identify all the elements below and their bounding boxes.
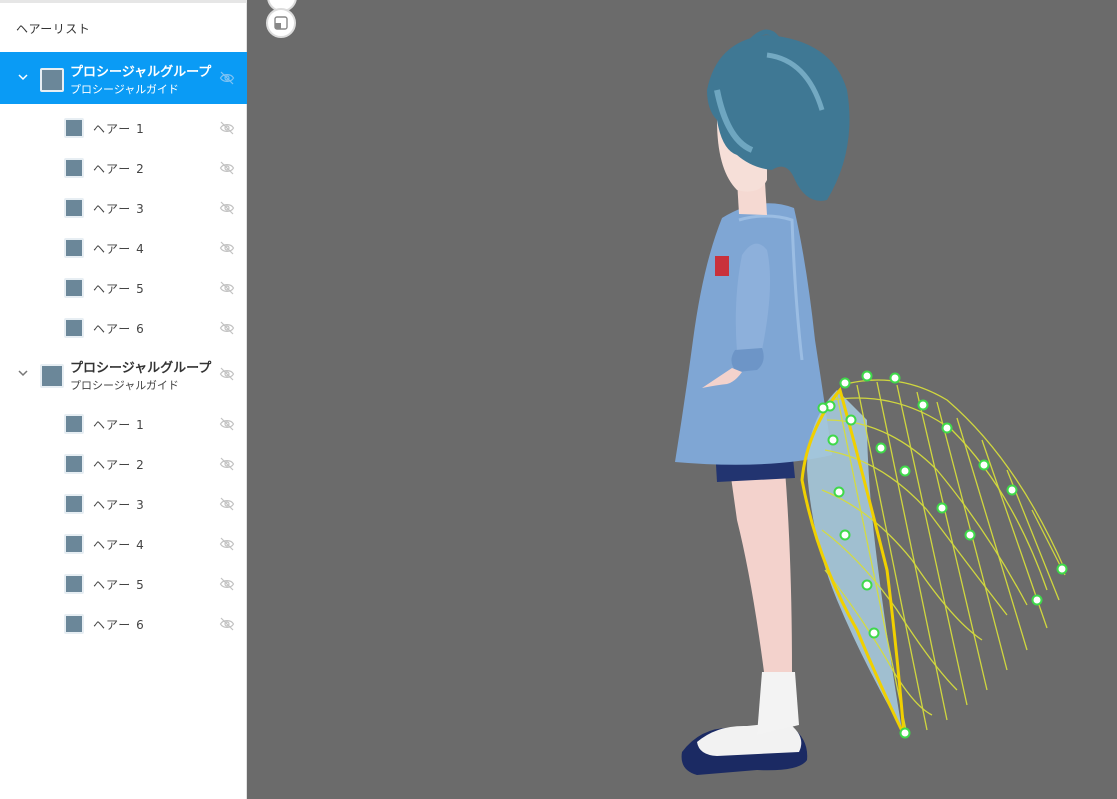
eye-off-icon[interactable] bbox=[219, 456, 235, 472]
eye-off-icon[interactable] bbox=[219, 536, 235, 552]
group-subtitle: プロシージャルガイド bbox=[70, 379, 179, 392]
hair-item-row[interactable]: ヘアー 5 bbox=[0, 268, 247, 308]
eye-off-icon[interactable] bbox=[219, 280, 235, 296]
procedural-guide-mesh[interactable] bbox=[247, 0, 1117, 799]
eye-off-icon[interactable] bbox=[219, 366, 235, 382]
hair-color-swatch[interactable] bbox=[64, 454, 84, 474]
hair-color-swatch[interactable] bbox=[64, 158, 84, 178]
hair-color-swatch[interactable] bbox=[64, 118, 84, 138]
eye-off-icon[interactable] bbox=[219, 616, 235, 632]
hair-group-row-1[interactable]: プロシージャルグループ プロシージャルガイド bbox=[0, 52, 247, 104]
hair-color-swatch[interactable] bbox=[64, 278, 84, 298]
hair-item-row[interactable]: ヘアー 6 bbox=[0, 604, 247, 644]
eye-off-icon[interactable] bbox=[219, 160, 235, 176]
eye-off-icon[interactable] bbox=[219, 416, 235, 432]
group-subtitle: プロシージャルガイド bbox=[70, 83, 179, 96]
eye-off-icon[interactable] bbox=[219, 320, 235, 336]
group-color-swatch[interactable] bbox=[40, 68, 64, 92]
group-color-swatch[interactable] bbox=[40, 364, 64, 388]
hair-item-row[interactable]: ヘアー 3 bbox=[0, 484, 247, 524]
hair-item-row[interactable]: ヘアー 4 bbox=[0, 228, 247, 268]
hair-group-row-2[interactable]: プロシージャルグループ プロシージャルガイド bbox=[0, 348, 247, 400]
hair-item-label: ヘアー 1 bbox=[93, 418, 145, 432]
hair-item-row[interactable]: ヘアー 4 bbox=[0, 524, 247, 564]
hair-color-swatch[interactable] bbox=[64, 198, 84, 218]
hair-item-label: ヘアー 6 bbox=[93, 618, 145, 632]
hair-item-label: ヘアー 3 bbox=[93, 498, 145, 512]
eye-off-icon[interactable] bbox=[219, 200, 235, 216]
eye-off-icon[interactable] bbox=[219, 240, 235, 256]
hair-item-label: ヘアー 3 bbox=[93, 202, 145, 216]
hair-item-label: ヘアー 5 bbox=[93, 578, 145, 592]
eye-off-icon[interactable] bbox=[219, 120, 235, 136]
hair-item-row[interactable]: ヘアー 2 bbox=[0, 148, 247, 188]
hair-color-swatch[interactable] bbox=[64, 614, 84, 634]
panel-title: ヘアーリスト bbox=[16, 22, 91, 36]
hair-item-label: ヘアー 4 bbox=[93, 538, 145, 552]
hair-list-panel: ヘアーリスト プロシージャルグループ プロシージャルガイド ヘアー 1 ヘアー … bbox=[0, 0, 247, 799]
hair-color-swatch[interactable] bbox=[64, 414, 84, 434]
hair-color-swatch[interactable] bbox=[64, 574, 84, 594]
chevron-down-icon[interactable] bbox=[16, 366, 30, 380]
hair-item-label: ヘアー 5 bbox=[93, 282, 145, 296]
eye-off-icon[interactable] bbox=[219, 70, 235, 86]
chevron-down-icon[interactable] bbox=[16, 70, 30, 84]
hair-item-row[interactable]: ヘアー 1 bbox=[0, 404, 247, 444]
hair-item-label: ヘアー 4 bbox=[93, 242, 145, 256]
hair-color-swatch[interactable] bbox=[64, 534, 84, 554]
hair-item-row[interactable]: ヘアー 2 bbox=[0, 444, 247, 484]
hair-item-label: ヘアー 6 bbox=[93, 322, 145, 336]
3d-viewport[interactable] bbox=[247, 0, 1117, 799]
hair-color-swatch[interactable] bbox=[64, 494, 84, 514]
hair-item-label: ヘアー 1 bbox=[93, 122, 145, 136]
hair-color-swatch[interactable] bbox=[64, 238, 84, 258]
group-title: プロシージャルグループ bbox=[70, 65, 212, 80]
hair-item-row[interactable]: ヘアー 5 bbox=[0, 564, 247, 604]
eye-off-icon[interactable] bbox=[219, 496, 235, 512]
hair-item-label: ヘアー 2 bbox=[93, 458, 145, 472]
hair-item-row[interactable]: ヘアー 6 bbox=[0, 308, 247, 348]
hair-color-swatch[interactable] bbox=[64, 318, 84, 338]
group-title: プロシージャルグループ bbox=[70, 361, 212, 376]
eye-off-icon[interactable] bbox=[219, 576, 235, 592]
hair-item-row[interactable]: ヘアー 3 bbox=[0, 188, 247, 228]
hair-item-label: ヘアー 2 bbox=[93, 162, 145, 176]
panel-top-border bbox=[0, 0, 247, 3]
hair-item-row[interactable]: ヘアー 1 bbox=[0, 108, 247, 148]
